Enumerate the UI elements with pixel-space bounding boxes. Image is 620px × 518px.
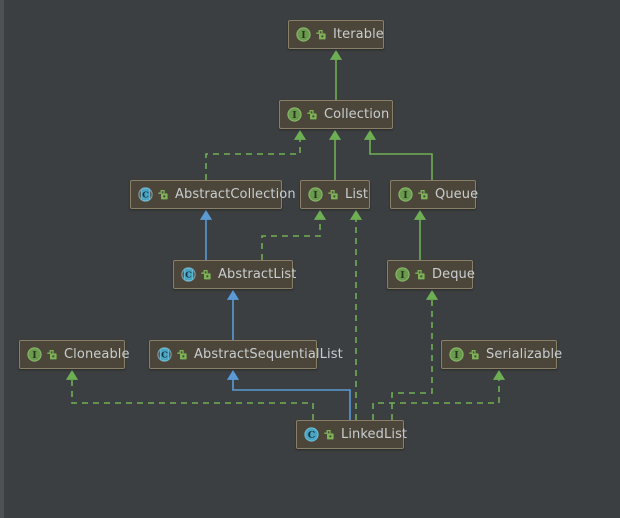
uml-node-abstract_collection[interactable]: C AbstractCollection	[130, 180, 296, 209]
svg-text:I: I	[301, 30, 306, 41]
abstract-class-icon: C	[181, 267, 196, 282]
uml-node-label: List	[345, 187, 369, 202]
uml-node-linked_list[interactable]: C LinkedList	[296, 420, 408, 449]
uml-node-deque[interactable]: I Deque	[387, 260, 475, 289]
uml-node-iterable[interactable]: I Iterable	[288, 20, 384, 49]
public-visibility-icon	[468, 349, 480, 361]
svg-text:C: C	[142, 191, 149, 201]
svg-text:I: I	[313, 190, 318, 201]
uml-node-serializable[interactable]: I Serializable	[441, 340, 562, 369]
svg-text:I: I	[400, 270, 405, 281]
uml-node-label: AbstractCollection	[175, 187, 296, 202]
uml-node-abstract_list[interactable]: C AbstractList	[173, 260, 296, 289]
edge-linkedlist-to-serializable	[372, 369, 506, 420]
interface-icon: I	[398, 187, 413, 202]
svg-text:I: I	[292, 110, 297, 121]
public-visibility-icon	[315, 29, 327, 41]
edge-queue-to-collection	[363, 129, 433, 180]
uml-node-label: Deque	[432, 267, 475, 282]
public-visibility-icon	[414, 269, 426, 281]
edge-linkedlist-to-cloneable	[65, 369, 314, 420]
uml-node-label: Iterable	[333, 27, 384, 42]
uml-class-diagram[interactable]: I Iterable I Collection C AbstractCollection I…	[0, 0, 620, 518]
public-visibility-icon	[323, 429, 335, 441]
interface-icon: I	[308, 187, 323, 202]
edge-linkedlist-to-abstractsequentiallist	[226, 369, 351, 420]
public-visibility-icon	[417, 189, 429, 201]
left-gutter	[0, 0, 4, 518]
uml-node-label: AbstractList	[218, 267, 297, 282]
interface-icon: I	[296, 27, 311, 42]
edge-abstractcollection-to-collection	[205, 129, 307, 180]
uml-node-label: Collection	[324, 107, 390, 122]
svg-text:C: C	[185, 271, 192, 281]
interface-icon: I	[27, 347, 42, 362]
uml-node-cloneable[interactable]: I Cloneable	[19, 340, 130, 369]
class-icon: C	[304, 427, 319, 442]
uml-node-collection[interactable]: I Collection	[279, 100, 393, 129]
interface-icon: I	[449, 347, 464, 362]
public-visibility-icon	[176, 349, 188, 361]
uml-node-abstract_sequential_list[interactable]: C AbstractSequentialList	[149, 340, 343, 369]
uml-node-label: Queue	[435, 187, 479, 202]
uml-node-list[interactable]: I List	[300, 180, 370, 209]
public-visibility-icon	[327, 189, 339, 201]
interface-icon: I	[395, 267, 410, 282]
abstract-class-icon: C	[157, 347, 172, 362]
public-visibility-icon	[46, 349, 58, 361]
svg-text:C: C	[308, 430, 316, 441]
public-visibility-icon	[306, 109, 318, 121]
public-visibility-icon	[200, 269, 212, 281]
uml-node-label: Cloneable	[64, 347, 130, 362]
svg-text:C: C	[161, 351, 168, 361]
interface-icon: I	[287, 107, 302, 122]
edge-linkedlist-to-deque	[391, 289, 439, 420]
public-visibility-icon	[157, 189, 169, 201]
svg-text:I: I	[454, 350, 459, 361]
uml-node-label: AbstractSequentialList	[194, 347, 343, 362]
uml-node-queue[interactable]: I Queue	[390, 180, 479, 209]
svg-text:I: I	[32, 350, 37, 361]
abstract-class-icon: C	[138, 187, 153, 202]
uml-node-label: Serializable	[486, 347, 563, 362]
uml-node-label: LinkedList	[341, 427, 408, 442]
svg-text:I: I	[403, 190, 408, 201]
edge-abstractlist-to-list	[261, 209, 327, 260]
